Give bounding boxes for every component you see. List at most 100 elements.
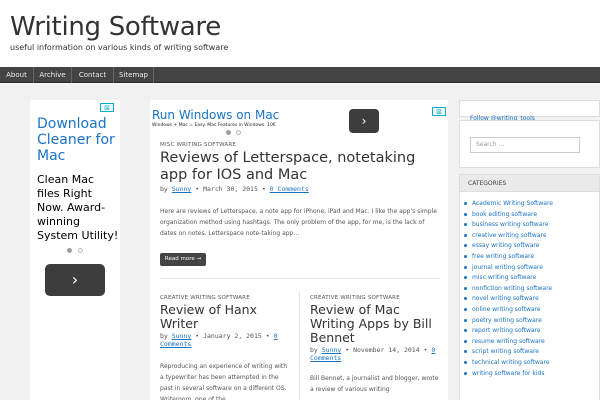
post-meta: by Sunny • March 30, 2015 • 0 Comments [160,185,309,193]
category-link[interactable]: nonfiction writing software [464,284,553,292]
categories-heading: CATEGORIES [460,175,599,192]
category-link[interactable]: business writing software [464,221,548,228]
sidebar: Follow @writing_tools Search … CATEGORIE… [459,100,600,400]
category-link[interactable]: report writing software [464,327,541,335]
bullet-icon [464,233,467,237]
bullet-icon [464,318,467,322]
bullet-icon [464,202,467,205]
meta-separator: • [195,332,200,340]
category-label: book editing software [472,210,538,218]
bullet-icon [464,350,467,354]
post-comments-link[interactable]: 0 Comments [270,185,309,193]
ad-headline[interactable]: Run Windows on Mac [152,108,279,122]
category-link[interactable]: resume writing software [464,338,545,345]
nav-item-archive[interactable]: Archive [34,67,72,83]
carousel-dot[interactable] [78,248,83,253]
post-title[interactable]: Review of Hanx Writer [160,303,290,331]
read-more-button[interactable]: Read more → [160,253,206,266]
category-link[interactable]: misc writing software [464,274,537,282]
post-meta: by Sunny • November 14, 2014 • 0 Comment… [310,346,445,362]
post-author-link[interactable]: Sunny [172,185,192,193]
bullet-icon [464,339,467,343]
carousel-dot-active[interactable] [226,130,231,135]
category-label: misc writing software [472,274,537,282]
category-link[interactable]: script writing software [464,348,539,356]
nav-item-contact[interactable]: Contact [72,67,114,83]
category-label: script writing software [472,348,539,356]
bullet-icon [464,297,467,301]
category-label: poetry writing software [472,316,542,324]
category-label: free writing software [472,253,535,260]
by-label: by [160,185,168,193]
category-link[interactable]: journal writing software [464,263,543,271]
ad-choices-icon[interactable]: ⊠ [100,103,114,112]
category-label: writing software for kids [472,369,545,377]
chevron-right-icon: › [361,114,367,128]
site-tagline: useful information on various kinds of w… [10,43,229,52]
bullet-icon [464,361,467,364]
column-divider [299,292,300,400]
post-date: March 30, 2015 [203,185,258,193]
nav-item-about[interactable]: About [0,67,34,83]
post-author-link[interactable]: Sunny [322,346,342,354]
bullet-icon [464,212,467,216]
post-title[interactable]: Reviews of Letterspace, notetaking app f… [160,150,445,184]
meta-separator: • [265,332,270,340]
bullet-icon [464,329,467,333]
category-label: Academic Writing Software [472,200,553,207]
post-author-link[interactable]: Sunny [172,332,192,340]
by-label: by [310,346,318,354]
ad-next-button[interactable]: › [349,109,379,133]
bullet-icon [464,265,467,269]
main-navigation: About Archive Contact Sitemap [0,67,600,83]
banner-ad[interactable]: ⊠ Run Windows on Mac Windows + Mac = Eas… [150,100,448,136]
carousel-dot-active[interactable] [67,248,72,253]
post-category[interactable]: CREATIVE WRITING SOFTWARE [310,295,400,301]
category-link[interactable]: online writing software [464,306,541,313]
post-title[interactable]: Review of Mac Writing Apps by Bill Benne… [310,303,440,345]
bullet-icon [464,286,467,290]
carousel-dot[interactable] [236,130,241,135]
category-label: report writing software [472,327,541,335]
category-label: journal writing software [472,263,543,271]
category-link[interactable]: book editing software [464,210,538,218]
ad-next-button[interactable]: › [45,264,105,296]
meta-separator: • [345,346,350,354]
category-link[interactable]: essay writing software [464,242,539,249]
post-date: January 2, 2015 [203,332,262,340]
meta-separator: • [195,185,200,193]
category-label: nonfiction writing software [472,284,553,292]
meta-separator: • [423,346,428,354]
vertical-ad[interactable]: ⊠ Download Cleaner for Mac Clean Mac fil… [30,100,120,400]
category-link[interactable]: free writing software [464,253,535,260]
category-link[interactable]: creative writing software [464,231,547,239]
divider [160,278,440,279]
category-link[interactable]: poetry writing software [464,316,542,324]
ad-close-icon[interactable]: ⊠ [104,104,110,112]
categories-widget: CATEGORIES Academic Writing Software book… [459,174,600,400]
category-label: technical writing software [472,359,550,366]
ad-close-icon[interactable]: ⊠ [436,108,442,116]
chevron-right-icon: › [71,270,79,289]
meta-separator: • [261,185,266,193]
category-label: online writing software [472,306,541,313]
bullet-icon [464,308,467,311]
post-category[interactable]: CREATIVE WRITING SOFTWARE [160,295,250,301]
category-label: creative writing software [472,231,547,239]
ad-body: Clean Mac files Right Now. Award-winning… [37,173,119,242]
site-title[interactable]: Writing Software [10,12,221,42]
post-category[interactable]: MISC WRITING SOFTWARE [160,142,236,148]
post-excerpt: Reproducing an experience of writing wit… [160,363,288,400]
main-content: ⊠ Run Windows on Mac Windows + Mac = Eas… [150,100,448,400]
search-input[interactable]: Search … [470,137,580,153]
category-link[interactable]: novel writing software [464,295,539,302]
category-link[interactable]: technical writing software [464,359,550,366]
category-link[interactable]: writing software for kids [464,369,545,377]
ad-choices-icon[interactable]: ⊠ [432,107,446,116]
category-link[interactable]: Academic Writing Software [464,200,553,207]
bullet-icon [464,255,467,258]
nav-item-sitemap[interactable]: Sitemap [114,67,154,83]
post-meta: by Sunny • January 2, 2015 • 0 Comments [160,332,290,348]
twitter-follow-widget: Follow @writing_tools [459,100,600,122]
ad-headline[interactable]: Download Cleaner for Mac [37,116,119,164]
